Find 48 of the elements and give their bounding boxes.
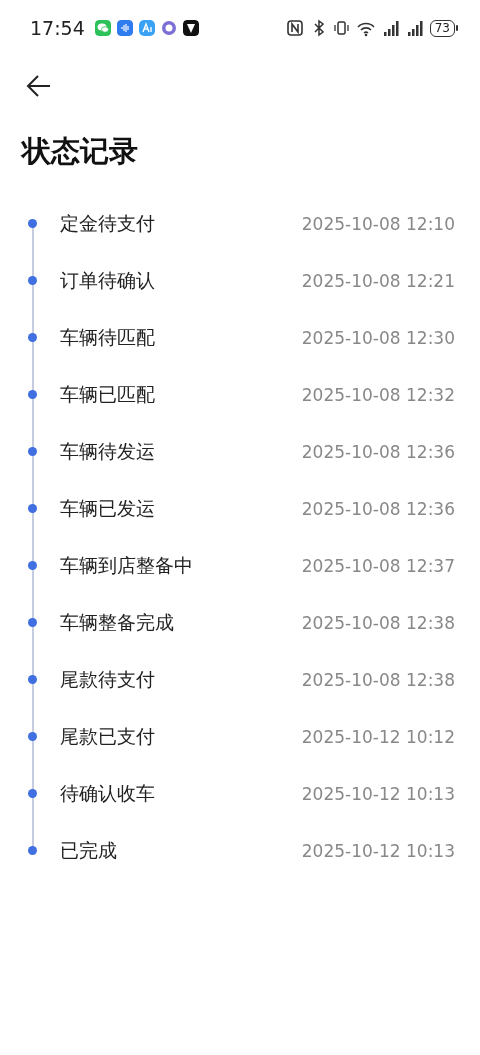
app-icon bbox=[160, 20, 177, 36]
status-label: 车辆已匹配 bbox=[60, 381, 156, 407]
status-time: 2025-10-08 12:36 bbox=[301, 498, 455, 519]
timeline-dot bbox=[28, 276, 37, 285]
voice-app-icon bbox=[116, 20, 133, 36]
timeline-dot bbox=[28, 504, 37, 513]
status-time: 17:54 bbox=[30, 17, 85, 39]
status-label: 订单待确认 bbox=[60, 267, 156, 293]
status-label: 已完成 bbox=[60, 837, 118, 863]
status-label: 车辆整备完成 bbox=[60, 609, 175, 635]
timeline-dot bbox=[28, 219, 37, 228]
status-time: 2025-10-08 12:32 bbox=[301, 384, 455, 405]
chat-app-icon bbox=[94, 20, 111, 36]
status-label: 车辆已发运 bbox=[60, 495, 156, 521]
status-label: 尾款待支付 bbox=[60, 666, 156, 692]
status-time: 2025-10-08 12:38 bbox=[301, 612, 455, 633]
status-time: 2025-10-12 10:13 bbox=[301, 840, 455, 861]
status-time: 2025-10-08 12:30 bbox=[301, 327, 455, 348]
battery-level: 73 bbox=[429, 19, 455, 37]
status-label: 车辆到店整备中 bbox=[60, 552, 194, 578]
status-time: 2025-10-08 12:38 bbox=[301, 669, 455, 690]
assistant-app-icon bbox=[138, 20, 155, 36]
status-label: 尾款已支付 bbox=[60, 723, 156, 749]
status-label: 定金待支付 bbox=[60, 210, 156, 236]
signal-icon bbox=[405, 19, 424, 37]
timeline-dot bbox=[28, 675, 37, 684]
timeline-dot bbox=[28, 732, 37, 741]
status-label: 车辆待匹配 bbox=[60, 324, 156, 350]
nfc-icon bbox=[285, 19, 304, 37]
timeline-dot bbox=[28, 789, 37, 798]
status-time: 2025-10-08 12:37 bbox=[301, 555, 455, 576]
signal-icon bbox=[381, 19, 400, 37]
app-icon bbox=[182, 20, 199, 36]
vibrate-icon bbox=[331, 19, 350, 37]
status-time: 2025-10-08 12:36 bbox=[301, 441, 455, 462]
status-time: 2025-10-08 12:21 bbox=[301, 270, 455, 291]
status-time: 2025-10-12 10:13 bbox=[301, 783, 455, 804]
status-time: 2025-10-12 10:12 bbox=[301, 726, 455, 747]
page-title: 状态记录 bbox=[22, 133, 139, 170]
timeline-dot bbox=[28, 447, 37, 456]
timeline-dot bbox=[28, 561, 37, 570]
timeline-dot bbox=[28, 333, 37, 342]
status-time: 2025-10-08 12:10 bbox=[301, 213, 455, 234]
timeline-dot bbox=[28, 846, 37, 855]
status-label: 车辆待发运 bbox=[60, 438, 156, 464]
status-label: 待确认收车 bbox=[60, 780, 156, 806]
timeline-dot bbox=[28, 390, 37, 399]
timeline-dot bbox=[28, 618, 37, 627]
